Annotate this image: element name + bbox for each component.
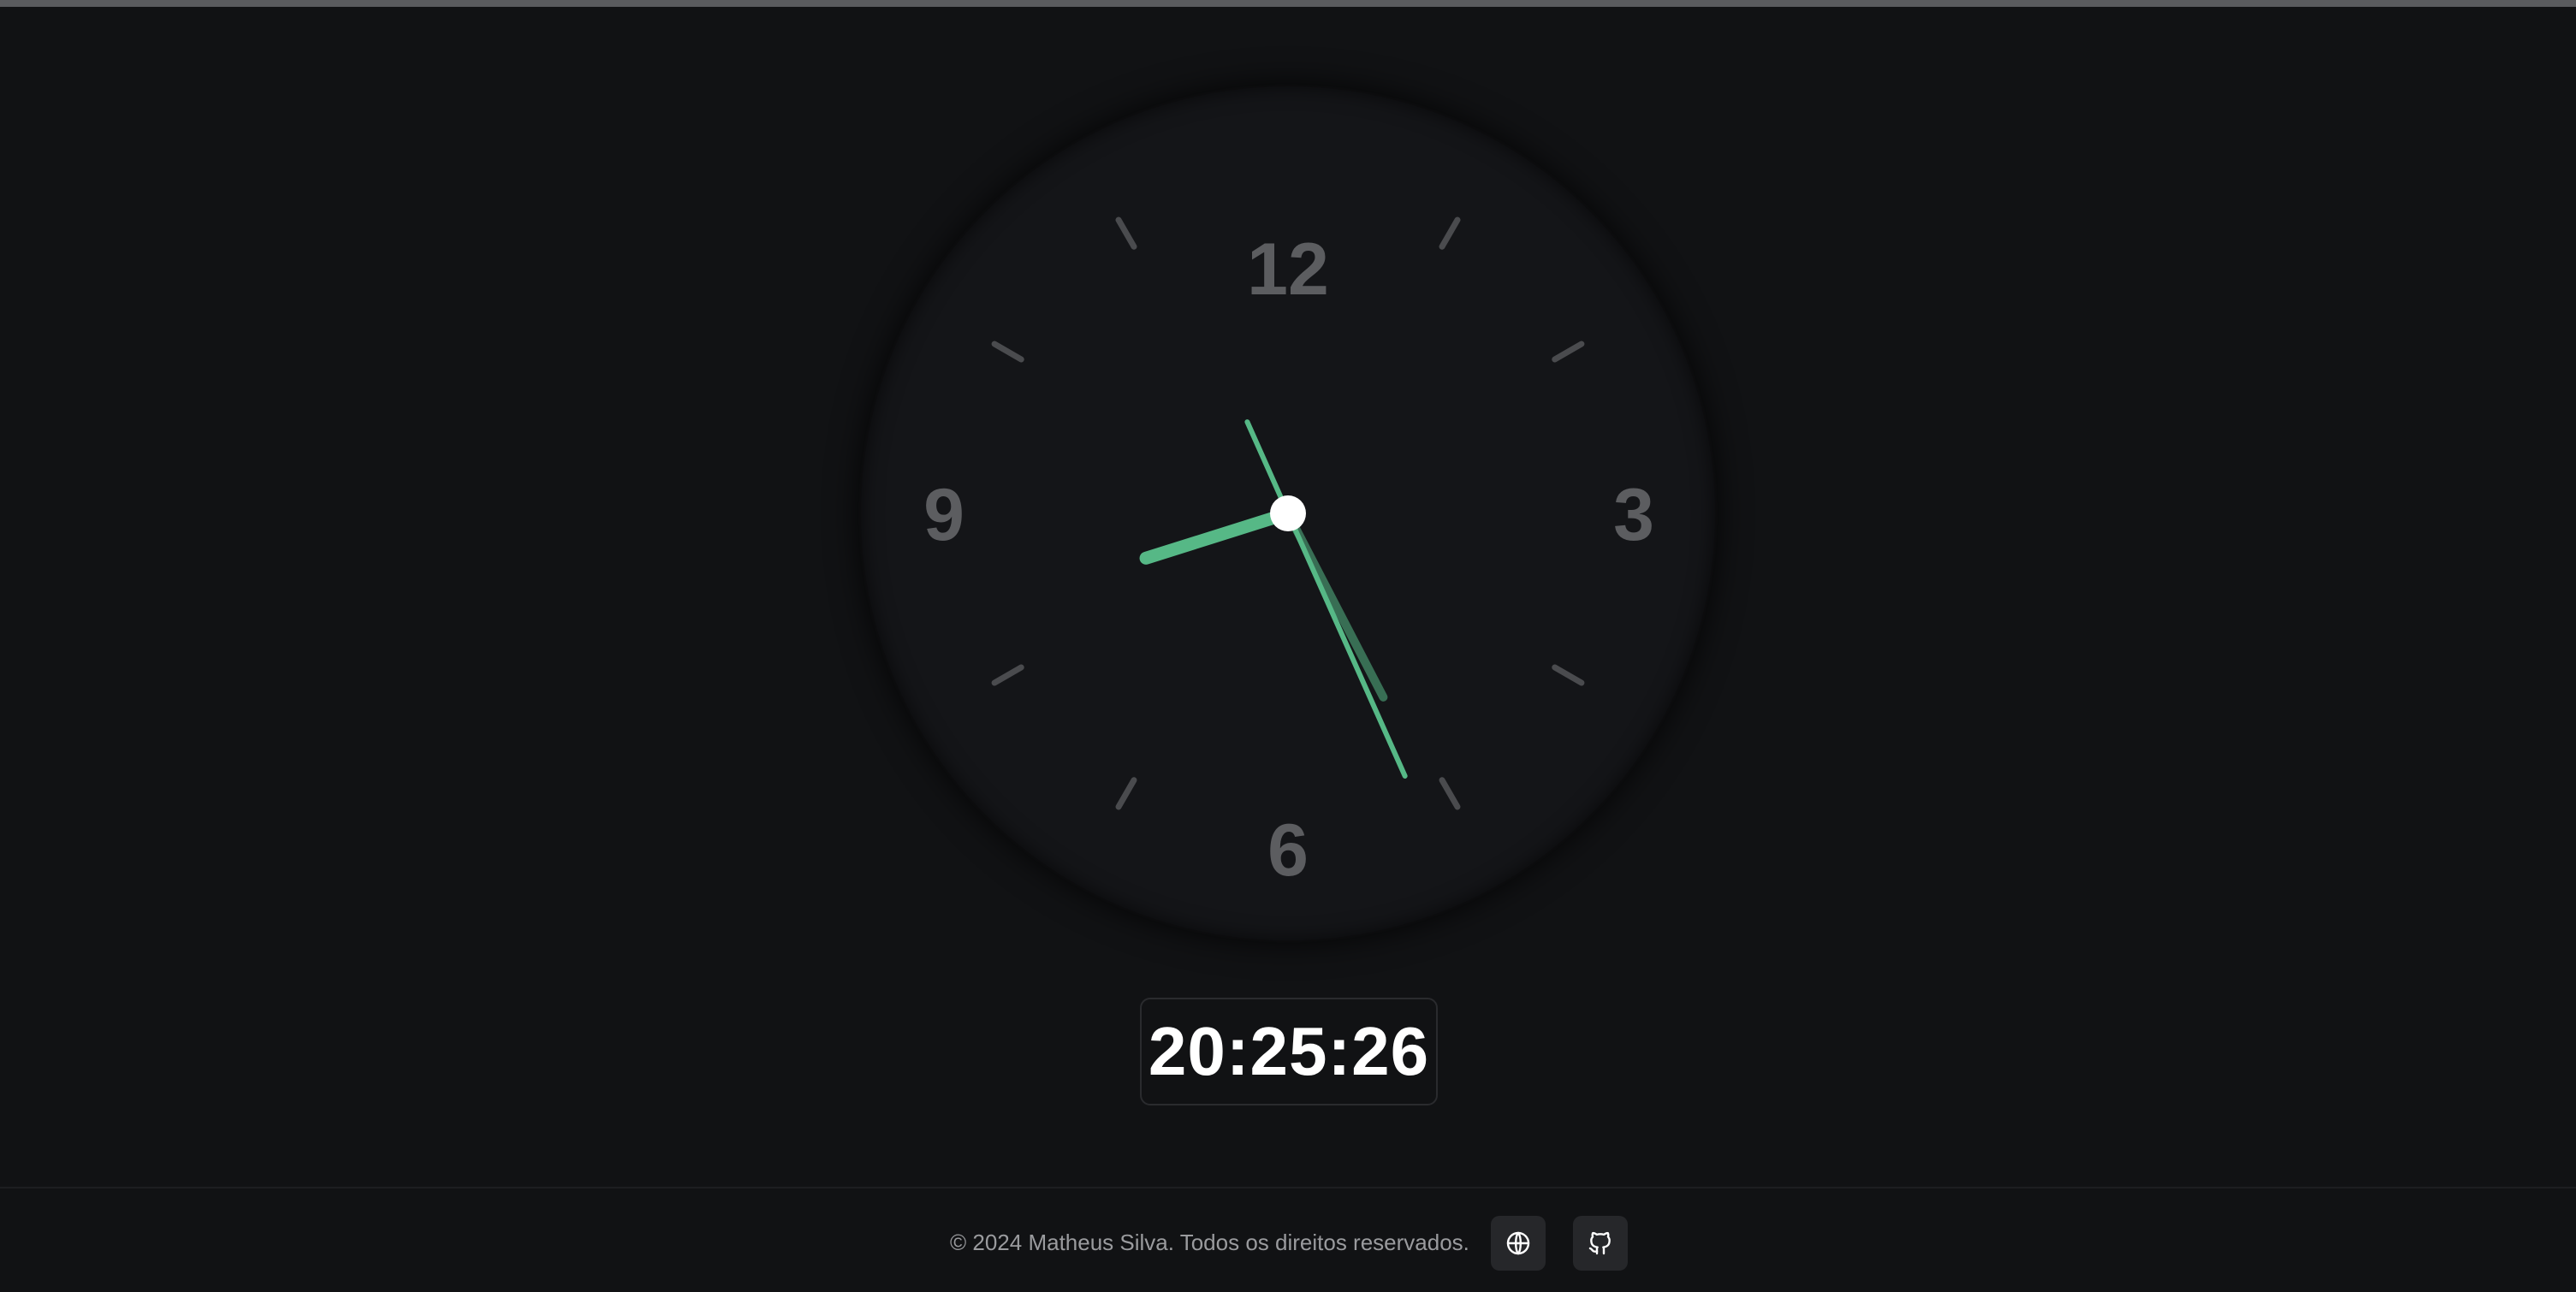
page: 12 3 6 9 20:25:26 © 2024 Matheus Silva. … [0, 0, 2576, 1292]
hour-tick [1115, 777, 1137, 810]
hour-tick [1115, 216, 1137, 250]
numeral-12: 12 [1247, 228, 1329, 311]
globe-icon [1506, 1231, 1530, 1255]
second-hand [1244, 419, 1408, 779]
analog-clock: 12 3 6 9 [923, 216, 1654, 892]
browser-top-border [0, 0, 2576, 7]
numeral-6: 6 [1267, 809, 1309, 892]
numeral-9: 9 [923, 474, 965, 556]
digital-time-box: 20:25:26 [1140, 998, 1438, 1105]
github-icon [1588, 1231, 1611, 1255]
website-button[interactable] [1491, 1216, 1546, 1271]
hour-tick [1552, 664, 1585, 686]
github-button[interactable] [1573, 1216, 1628, 1271]
numeral-3: 3 [1613, 474, 1654, 556]
hour-tick [991, 664, 1024, 686]
hour-tick [991, 341, 1024, 363]
footer-copyright: © 2024 Matheus Silva. Todos os direitos … [950, 1230, 1469, 1255]
hour-hand [1139, 507, 1295, 565]
digital-time: 20:25:26 [1148, 1013, 1430, 1089]
hour-tick [1439, 777, 1461, 810]
hour-tick [1552, 341, 1585, 363]
hour-tick [1439, 216, 1461, 250]
center-pin [1270, 495, 1306, 531]
